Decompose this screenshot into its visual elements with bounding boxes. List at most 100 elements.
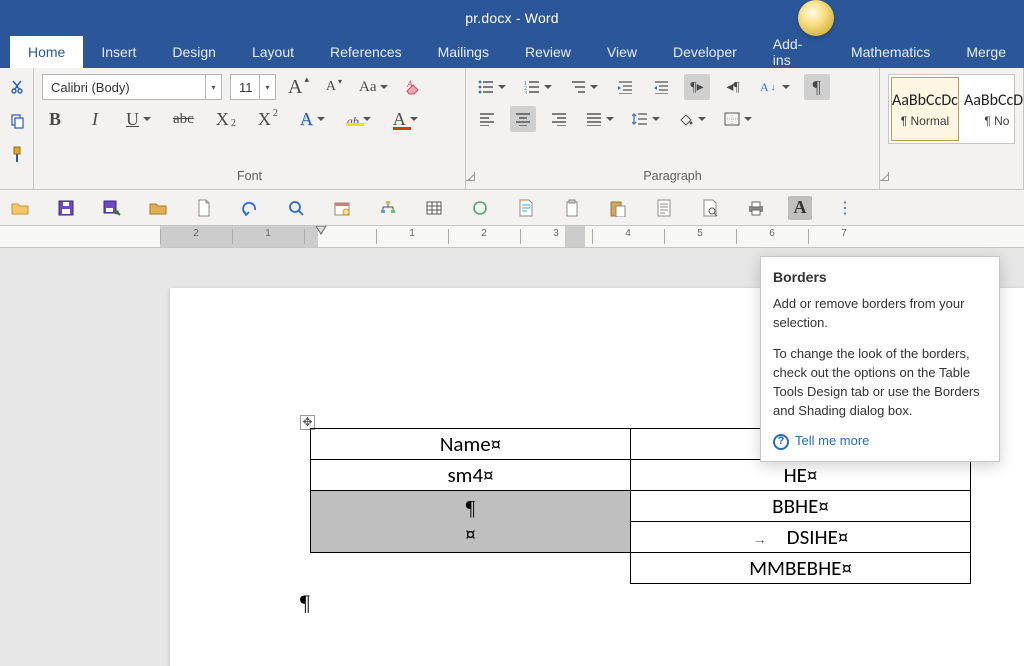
folder-icon bbox=[149, 201, 167, 215]
bullets-button[interactable] bbox=[474, 74, 510, 100]
align-right-button[interactable] bbox=[546, 106, 572, 132]
subscript-button[interactable]: X2 bbox=[212, 106, 240, 132]
tab-developer[interactable]: Developer bbox=[655, 36, 755, 68]
multilevel-list-button[interactable] bbox=[566, 74, 602, 100]
tab-mailings[interactable]: Mailings bbox=[420, 36, 507, 68]
align-right-icon bbox=[551, 112, 567, 126]
tab-arrow-icon: → bbox=[753, 531, 767, 547]
group-label-font: Font bbox=[42, 165, 457, 189]
table-row: ¶ ¤ BBHE¤ bbox=[311, 491, 971, 522]
shrink-font-button[interactable]: A▾ bbox=[321, 74, 347, 100]
svg-text:3: 3 bbox=[524, 91, 527, 94]
font-name-combo[interactable]: Calibri (Body) ▾ bbox=[42, 74, 222, 100]
org-chart-button[interactable] bbox=[374, 194, 402, 222]
bold-button[interactable]: B bbox=[42, 106, 68, 132]
save-button[interactable] bbox=[52, 194, 80, 222]
insert-table-button[interactable] bbox=[420, 194, 448, 222]
table-row: sm4¤ HE¤ bbox=[311, 460, 971, 491]
table-cell[interactable]: sm4¤ bbox=[311, 460, 631, 491]
text-effects-button[interactable]: A bbox=[296, 106, 329, 132]
tab-mathematics[interactable]: Mathematics bbox=[833, 36, 948, 68]
table-cell[interactable]: MMBEBHE¤ bbox=[631, 553, 971, 584]
tab-review[interactable]: Review bbox=[507, 36, 589, 68]
ribbon-tabstrip: Home Insert Design Layout References Mai… bbox=[0, 36, 1024, 68]
tooltip-help-link[interactable]: ? Tell me more bbox=[773, 432, 987, 451]
group-label-paragraph: Paragraph bbox=[474, 165, 871, 189]
hierarchy-icon bbox=[379, 200, 397, 216]
table-cell-merged[interactable]: ¶ ¤ bbox=[311, 491, 631, 553]
line-spacing-button[interactable] bbox=[628, 106, 664, 132]
circle-icon bbox=[472, 200, 488, 216]
help-icon: ? bbox=[773, 434, 789, 450]
text-format-button[interactable]: A bbox=[788, 196, 812, 220]
superscript-button[interactable]: X2 bbox=[254, 106, 282, 132]
change-case-button[interactable]: Aa bbox=[355, 74, 393, 100]
align-center-button[interactable] bbox=[510, 106, 536, 132]
table-cell[interactable]: HE¤ bbox=[631, 460, 971, 491]
table-cell[interactable]: Name¤ bbox=[311, 429, 631, 460]
style-tile-nospacing[interactable]: AaBbCcDc ¶ No bbox=[963, 77, 1024, 141]
table-cell[interactable]: BBHE¤ bbox=[631, 491, 971, 522]
tab-layout[interactable]: Layout bbox=[234, 36, 312, 68]
tab-design[interactable]: Design bbox=[154, 36, 234, 68]
folder-open-icon bbox=[11, 200, 29, 216]
undo-button[interactable] bbox=[236, 194, 264, 222]
decrease-indent-button[interactable] bbox=[612, 74, 638, 100]
more-button[interactable]: ⋮ bbox=[830, 194, 858, 222]
shading-button[interactable] bbox=[674, 106, 710, 132]
folder-button[interactable] bbox=[144, 194, 172, 222]
show-marks-button[interactable]: ¶ bbox=[804, 74, 830, 100]
properties-button[interactable] bbox=[512, 194, 540, 222]
tab-addins[interactable]: Add-ins bbox=[755, 36, 833, 68]
font-color-button[interactable]: A bbox=[389, 106, 422, 132]
tab-references[interactable]: References bbox=[312, 36, 420, 68]
table-cell[interactable] bbox=[311, 553, 631, 584]
tab-home[interactable]: Home bbox=[10, 36, 83, 68]
sort-button[interactable]: A↓ bbox=[756, 74, 794, 100]
font-size-combo[interactable]: 11 ▾ bbox=[230, 74, 276, 100]
justify-button[interactable] bbox=[582, 106, 618, 132]
strikethrough-button[interactable]: abc bbox=[169, 106, 198, 132]
italic-button[interactable]: I bbox=[82, 106, 108, 132]
ltr-direction-button[interactable]: ¶▸ bbox=[684, 74, 710, 100]
increase-indent-button[interactable] bbox=[648, 74, 674, 100]
undo-icon bbox=[241, 200, 259, 216]
open-button[interactable] bbox=[6, 194, 34, 222]
tab-view[interactable]: View bbox=[589, 36, 655, 68]
paste-button[interactable] bbox=[604, 194, 632, 222]
table-cell[interactable]: → DSIHE¤ bbox=[631, 522, 971, 553]
style-tile-normal[interactable]: AaBbCcDc ¶ Normal bbox=[891, 77, 959, 141]
chevron-down-icon: ▾ bbox=[259, 75, 275, 99]
copy-button[interactable] bbox=[4, 108, 30, 134]
tab-merge[interactable]: Merge bbox=[948, 36, 1024, 68]
highlight-button[interactable]: ab bbox=[343, 106, 375, 132]
find-button[interactable] bbox=[282, 194, 310, 222]
rtl-direction-button[interactable]: ◂¶ bbox=[720, 74, 746, 100]
user-avatar[interactable] bbox=[798, 0, 834, 36]
table-cell-text: DSIHE¤ bbox=[787, 524, 849, 550]
tab-insert[interactable]: Insert bbox=[83, 36, 154, 68]
task-list-button[interactable] bbox=[650, 194, 678, 222]
clipboard-button[interactable] bbox=[558, 194, 586, 222]
new-doc-button[interactable] bbox=[190, 194, 218, 222]
multilevel-list-icon bbox=[570, 80, 586, 94]
page-magnify-icon bbox=[702, 199, 718, 217]
indent-marker-icon[interactable] bbox=[315, 226, 327, 235]
styles-gallery[interactable]: AaBbCcDc ¶ Normal AaBbCcDc ¶ No bbox=[888, 74, 1015, 144]
format-painter-button[interactable] bbox=[4, 142, 30, 168]
calendar-button[interactable] bbox=[328, 194, 356, 222]
tooltip-link-text: Tell me more bbox=[795, 432, 869, 451]
align-left-button[interactable] bbox=[474, 106, 500, 132]
clear-formatting-button[interactable]: A bbox=[400, 74, 426, 100]
print-preview-button[interactable] bbox=[696, 194, 724, 222]
align-center-icon bbox=[515, 112, 531, 126]
print-button[interactable] bbox=[742, 194, 770, 222]
shapes-button[interactable] bbox=[466, 194, 494, 222]
underline-button[interactable]: U bbox=[122, 106, 155, 132]
grow-font-button[interactable]: A▴ bbox=[284, 74, 313, 100]
numbering-button[interactable]: 123 bbox=[520, 74, 556, 100]
borders-button[interactable] bbox=[720, 106, 756, 132]
horizontal-ruler[interactable]: 2 1 1 2 3 4 5 6 7 bbox=[0, 226, 1024, 248]
save-as-button[interactable] bbox=[98, 194, 126, 222]
cut-button[interactable] bbox=[4, 74, 30, 100]
